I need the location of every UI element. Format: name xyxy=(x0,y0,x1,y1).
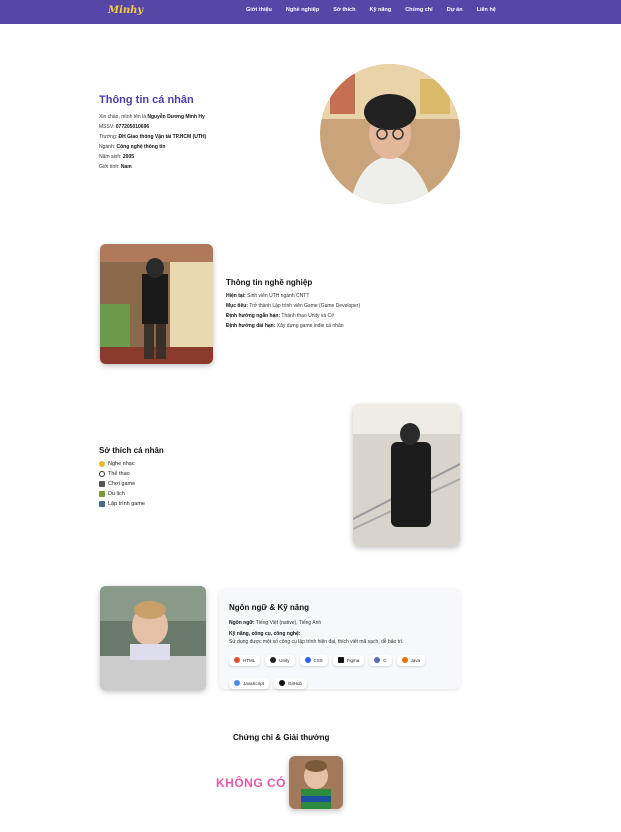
soccer-ball-icon xyxy=(99,471,105,477)
mountain-icon xyxy=(99,491,105,497)
nav-link-du-an[interactable]: Dự án xyxy=(447,7,463,13)
tools-label: Kỹ năng, công cụ, công nghệ: xyxy=(229,631,301,637)
career-short-term: Định hướng ngắn hạn: Thành thạo Unity và… xyxy=(226,313,334,319)
mssv-line: MSSV: 077205010696 xyxy=(99,124,150,130)
lightbulb-icon xyxy=(99,461,105,467)
nav-link-gioi-thieu[interactable]: Giới thiệu xyxy=(246,7,272,13)
nav-link-nghe-nghiep[interactable]: Nghề nghiệp xyxy=(286,7,319,13)
java-icon xyxy=(401,657,408,663)
skill-chip-html[interactable]: HTML xyxy=(229,654,261,666)
certs-photo xyxy=(289,756,343,809)
hobby-item: Thể thao xyxy=(99,469,164,479)
gender-line: Giới tính: Nam xyxy=(99,164,132,170)
skill-chip-c[interactable]: C xyxy=(369,654,392,666)
birth-year-line: Năm sinh: 2005 xyxy=(99,154,135,160)
skills-card: Ngôn ngữ & Kỹ năng Ngôn ngữ: Tiếng Việt … xyxy=(219,589,460,689)
unity-icon xyxy=(270,657,277,663)
career-title: Thông tin nghề nghiệp xyxy=(226,278,313,287)
profile-photo xyxy=(320,64,460,204)
skill-chip-javascript[interactable]: JavaScript xyxy=(229,677,270,689)
skills-photo xyxy=(100,586,206,690)
major-line: Ngành: Công nghệ thông tin xyxy=(99,144,166,150)
github-icon xyxy=(279,680,286,686)
skill-chip-java[interactable]: Java xyxy=(396,654,426,666)
nav-link-lien-he[interactable]: Liên hệ xyxy=(477,7,496,13)
no-certs-label: KHÔNG CÓ xyxy=(216,776,286,790)
css-icon xyxy=(304,657,311,663)
career-current: Hiện tại: Sinh viên UTH ngành CNTT xyxy=(226,293,310,299)
hobbies-section: Sở thích cá nhân Nghe nhạc Thể thao Chơi… xyxy=(99,446,164,509)
javascript-icon xyxy=(234,680,240,686)
skill-chip-css[interactable]: CSS xyxy=(299,654,328,666)
personal-info-title: Thông tin cá nhân xyxy=(99,94,194,106)
career-section: Thông tin nghề nghiệp Hiện tại: Sinh viê… xyxy=(226,278,360,331)
hobby-photo xyxy=(353,404,460,546)
skill-chip-figma[interactable]: Figma xyxy=(332,654,365,666)
figma-icon xyxy=(337,657,344,663)
top-navbar: Minhy Giới thiệu Nghề nghiệp Sở thích Kỹ… xyxy=(0,0,621,24)
skill-chip-unity[interactable]: Unity xyxy=(265,654,295,666)
tools-description: Sử dụng được một số công cụ lập trình hi… xyxy=(229,639,404,645)
hobby-item: Du lịch xyxy=(99,489,164,499)
nav-link-ky-nang[interactable]: Kỹ năng xyxy=(369,7,391,13)
certs-title: Chứng chỉ & Giải thưởng xyxy=(233,733,330,742)
hobbies-title: Sở thích cá nhân xyxy=(99,446,164,455)
skill-chip-github[interactable]: GitHub xyxy=(274,677,308,689)
greeting-line: Xin chào, mình tên là Nguyễn Dương Minh … xyxy=(99,114,205,120)
nav-link-chung-chi[interactable]: Chứng chỉ xyxy=(405,7,433,13)
school-line: Trường: ĐH Giao thông Vận tải TP.HCM (UT… xyxy=(99,134,207,140)
skills-title: Ngôn ngữ & Kỹ năng xyxy=(229,603,310,612)
personal-info-section: Thông tin cá nhân Xin chào, mình tên là … xyxy=(99,94,206,172)
career-photo xyxy=(100,244,213,364)
languages-line: Ngôn ngữ: Tiếng Việt (native), Tiếng Anh xyxy=(229,620,322,626)
laptop-icon xyxy=(99,501,105,507)
career-goal: Mục tiêu: Trở thành Lập trình viên Game … xyxy=(226,303,361,309)
hobby-item: Chơi game xyxy=(99,479,164,489)
career-long-term: Định hướng dài hạn: Xây dựng game indie … xyxy=(226,323,344,329)
hobby-item: Lập trình game xyxy=(99,499,164,509)
nav-links: Giới thiệu Nghề nghiệp Sở thích Kỹ năng … xyxy=(246,7,510,13)
html-icon xyxy=(234,657,240,663)
nav-link-so-thich[interactable]: Sở thích xyxy=(333,7,355,13)
hobby-item: Nghe nhạc xyxy=(99,459,164,469)
c-icon xyxy=(374,657,381,663)
gamepad-icon xyxy=(99,481,105,487)
site-logo[interactable]: Minhy xyxy=(108,5,143,16)
